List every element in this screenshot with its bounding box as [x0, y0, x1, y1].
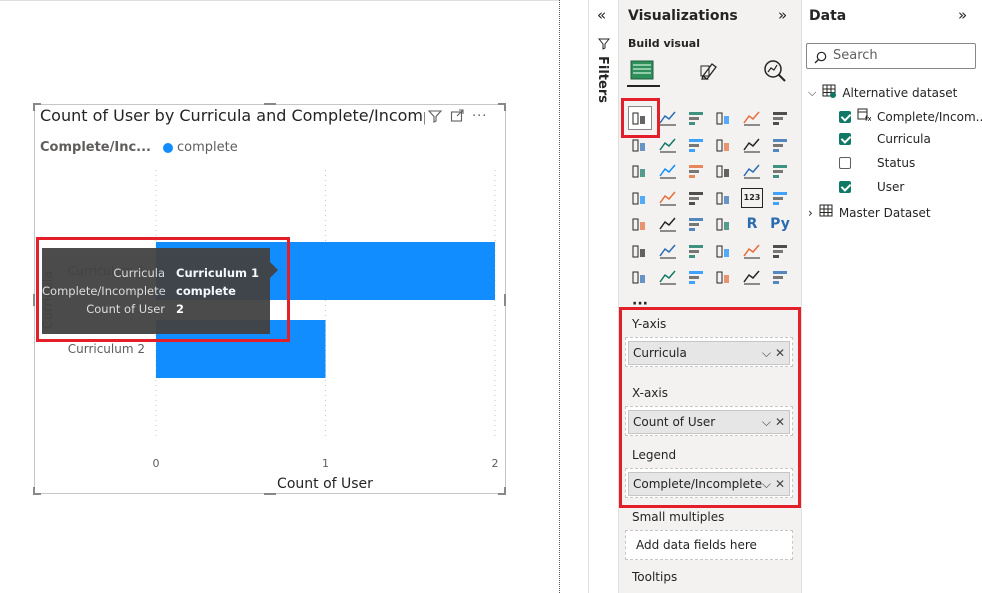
line-clustered-column-icon[interactable] [713, 135, 735, 155]
field-status[interactable]: Status [839, 156, 915, 170]
search-placeholder: Search [833, 48, 878, 63]
matrix-icon[interactable] [713, 214, 735, 234]
table-icon[interactable] [685, 214, 707, 234]
qa-icon[interactable] [685, 241, 707, 261]
key-influencers-icon[interactable] [629, 241, 651, 261]
filters-pane[interactable]: « Filters [588, 0, 618, 593]
calculated-field-icon: fx [857, 108, 872, 125]
power-apps-icon[interactable] [685, 267, 707, 287]
field-name: Status [877, 156, 916, 170]
table-name: Master Dataset [838, 205, 931, 220]
pie-chart-icon[interactable] [713, 161, 735, 181]
x-tick-label: 0 [153, 457, 160, 470]
map-icon[interactable] [629, 188, 651, 208]
field-checkbox[interactable] [839, 157, 851, 169]
field-name: User [877, 180, 905, 194]
line-stacked-column-icon[interactable] [741, 135, 763, 155]
stacked-area-chart-icon[interactable] [685, 135, 707, 155]
kpi-icon[interactable] [629, 214, 651, 234]
y-tick-label: Curriculum 2 [68, 342, 145, 356]
field-curricula[interactable]: Curricula [839, 132, 931, 146]
small-multiples-well[interactable]: Add data fields here [625, 530, 793, 560]
search-icon [814, 49, 827, 73]
small-multiples-label: Small multiples [632, 510, 725, 524]
tooltips-label: Tooltips [632, 570, 678, 584]
format-visual-tab-icon[interactable] [697, 58, 723, 87]
x-tick-label: 2 [492, 457, 499, 470]
multi-row-card-icon[interactable] [769, 188, 791, 208]
table-icon [819, 204, 833, 221]
funnel-chart-icon[interactable] [657, 161, 679, 181]
100-stacked-column-chart-icon[interactable] [769, 108, 791, 128]
build-visual-label: Build visual [628, 37, 700, 50]
field-checkbox[interactable] [839, 181, 851, 193]
python-visual-icon[interactable]: Py [769, 214, 791, 234]
table-name: Alternative dataset [842, 85, 958, 100]
area-chart-icon[interactable] [657, 135, 679, 155]
field-name: Complete/Incom... [877, 109, 982, 124]
smart-narrative-icon[interactable] [713, 241, 735, 261]
highlight-box-tooltip [36, 237, 290, 342]
donut-chart-icon[interactable] [741, 161, 763, 181]
power-automate-icon[interactable] [769, 267, 791, 287]
treemap-icon[interactable] [769, 161, 791, 181]
data-pane-title: Data [809, 8, 847, 24]
visualizations-title: Visualizations [628, 8, 738, 24]
field-checkbox[interactable] [839, 133, 851, 145]
highlight-box-selected-visual [621, 98, 660, 138]
stacked-column-chart-icon[interactable] [657, 108, 679, 128]
table-master-dataset[interactable]: › Master Dataset [808, 204, 931, 221]
filled-map-icon[interactable] [657, 188, 679, 208]
waterfall-chart-icon[interactable] [629, 161, 651, 181]
build-visual-tab-icon[interactable] [627, 57, 660, 87]
field-name: Curricula [877, 132, 931, 146]
slicer-icon[interactable] [657, 214, 679, 234]
decomposition-tree-icon[interactable] [657, 241, 679, 261]
table-alternative-dataset[interactable]: ⌵ Alternative dataset [808, 84, 957, 101]
highlight-box-field-wells [619, 307, 801, 508]
diamond-visual-icon[interactable] [741, 267, 763, 287]
field-user[interactable]: User [839, 180, 904, 194]
search-input[interactable]: Search [806, 43, 976, 69]
small-multiples-placeholder: Add data fields here [636, 538, 757, 552]
r-visual-icon[interactable]: R [741, 214, 763, 234]
field-checkbox[interactable] [839, 110, 851, 123]
analytics-tab-icon[interactable] [762, 58, 788, 87]
ribbon-chart-icon[interactable] [769, 135, 791, 155]
x-tick-label: 1 [322, 457, 329, 470]
table-icon [822, 84, 837, 101]
azure-map-icon[interactable] [685, 188, 707, 208]
100-stacked-bar-chart-icon[interactable] [741, 108, 763, 128]
collapse-chevron-icon[interactable]: « [597, 6, 606, 24]
paginated-report-icon[interactable] [769, 241, 791, 261]
goals-icon[interactable] [741, 241, 763, 261]
svg-text:fx: fx [865, 115, 871, 122]
field-complete-incomplete[interactable]: fx Complete/Incom... [839, 108, 982, 125]
filters-label: Filters [595, 56, 610, 103]
new-card-icon[interactable] [629, 267, 651, 287]
chevron-down-icon[interactable]: ⌵ [808, 86, 816, 100]
chevron-right-icon[interactable]: › [808, 206, 813, 220]
automate-icon[interactable] [713, 267, 735, 287]
collapse-visualizations-icon[interactable]: » [778, 6, 787, 24]
x-axis-title: Count of User [277, 476, 373, 492]
scatter-chart-icon[interactable] [685, 161, 707, 181]
gauge-icon[interactable] [713, 188, 735, 208]
collapse-data-icon[interactable]: » [958, 6, 967, 24]
card-icon[interactable]: 123 [741, 187, 763, 208]
new-slicer-icon[interactable] [657, 267, 679, 287]
clustered-column-chart-icon[interactable] [713, 108, 735, 128]
canvas-divider [559, 0, 560, 593]
clustered-bar-chart-icon[interactable] [685, 108, 707, 128]
filter-funnel-icon [597, 38, 611, 53]
